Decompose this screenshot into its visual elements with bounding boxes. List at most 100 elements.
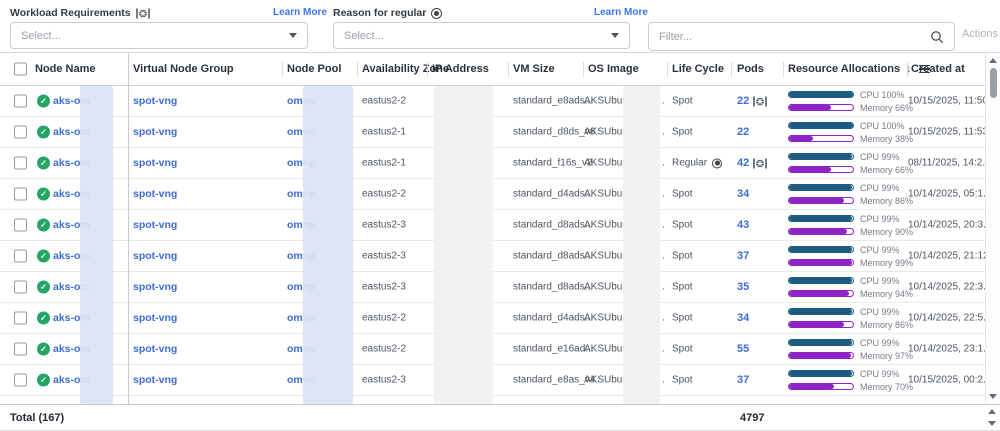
virtual-node-group-link[interactable]: spot-vng (133, 374, 177, 386)
pinned-column-divider (128, 53, 129, 431)
row-checkbox[interactable] (14, 312, 27, 325)
virtual-node-group-link[interactable]: spot-vng (133, 219, 177, 231)
row-checkbox[interactable] (14, 374, 27, 387)
pods-count-link[interactable]: 34 (737, 312, 749, 324)
header-divider (907, 62, 908, 77)
chevron-down-icon (611, 33, 619, 38)
virtual-node-group-link[interactable]: spot-vng (133, 281, 177, 293)
select-all-checkbox[interactable] (14, 63, 27, 76)
table-row: aks-om spot-vng omnp eastus2-2 standard_… (0, 86, 1000, 117)
row-checkbox[interactable] (14, 281, 27, 294)
actions-button[interactable]: Actions (962, 28, 998, 40)
availability-zone-value: eastus2-1 (362, 158, 406, 169)
life-cycle-value: Spot (672, 375, 693, 386)
reason-for-regular-text: Reason for regular (333, 7, 426, 19)
cpu-bar (788, 370, 854, 377)
created-at-value: 10/14/2025, 21:12... (908, 251, 996, 262)
row-checkbox[interactable] (14, 219, 27, 232)
virtual-node-group-link[interactable]: spot-vng (133, 126, 177, 138)
pods-count-link[interactable]: 55 (737, 343, 749, 355)
pods-count-link[interactable]: 22 (737, 95, 749, 107)
node-healthy-icon (37, 281, 50, 294)
workload-requirements-select-placeholder: Select... (21, 30, 289, 42)
virtual-node-group-link[interactable]: spot-vng (133, 95, 177, 107)
row-checkbox[interactable] (14, 188, 27, 201)
cpu-label: CPU 99% (860, 245, 900, 255)
created-at-value: 10/14/2025, 22:5... (908, 313, 996, 324)
virtual-node-group-link[interactable]: spot-vng (133, 188, 177, 200)
pods-count-link[interactable]: 34 (737, 188, 749, 200)
created-at-value: 10/14/2025, 05:1... (908, 189, 996, 200)
search-icon[interactable] (930, 30, 944, 44)
scroll-down-icon[interactable] (988, 421, 996, 426)
table-row: aks-om spot-vng omnp eastus2-2 standard_… (0, 334, 1000, 365)
availability-zone-value: eastus2-2 (362, 96, 406, 107)
virtual-node-group-link[interactable]: spot-vng (133, 343, 177, 355)
pods-total: 4797 (740, 412, 764, 424)
pods-count-link[interactable]: 35 (737, 281, 749, 293)
virtual-node-group-link[interactable]: spot-vng (133, 312, 177, 324)
os-image-value: AKSUbun (584, 313, 628, 324)
cpu-label: CPU 100% (860, 121, 905, 131)
col-virtual-node-group[interactable]: Virtual Node Group (133, 63, 234, 75)
col-vm-size[interactable]: VM Size (513, 63, 555, 75)
row-checkbox[interactable] (14, 157, 27, 170)
memory-bar (788, 135, 854, 142)
vm-size-value: standard_d4ads... (513, 189, 593, 200)
cpu-bar (788, 122, 854, 129)
header-divider (667, 62, 668, 77)
node-healthy-icon (37, 188, 50, 201)
table-body: aks-om spot-vng omnp eastus2-2 standard_… (0, 86, 1000, 404)
os-image-truncation: . (662, 344, 665, 355)
filter-input[interactable] (659, 31, 930, 43)
pods-count-link[interactable]: 43 (737, 219, 749, 231)
workload-requirements-select[interactable]: Select... (10, 22, 308, 49)
header-divider (427, 62, 428, 77)
col-pods[interactable]: Pods (737, 63, 764, 75)
restricted-pods-helm-icon (753, 158, 767, 169)
availability-zone-value: eastus2-2 (362, 313, 406, 324)
col-created-at[interactable]: Created at (911, 63, 965, 75)
pods-count-link[interactable]: 22 (737, 126, 749, 138)
reason-for-regular-select[interactable]: Select... (333, 22, 630, 49)
row-checkbox[interactable] (14, 126, 27, 139)
regular-lifecycle-icon (431, 8, 442, 19)
node-healthy-icon (37, 95, 50, 108)
virtual-node-group-link[interactable]: spot-vng (133, 250, 177, 262)
memory-label: Memory 94% (860, 289, 913, 299)
pods-count-link[interactable]: 37 (737, 374, 749, 386)
vm-size-value: standard_d8ds_v6 (513, 127, 595, 138)
pods-count-link[interactable]: 42 (737, 157, 749, 169)
row-checkbox[interactable] (14, 343, 27, 356)
col-resource-allocations[interactable]: Resource Allocations ↓ (788, 63, 930, 75)
pods-count-link[interactable]: 37 (737, 250, 749, 262)
virtual-node-group-link[interactable]: spot-vng (133, 157, 177, 169)
pods-cell: 37 (737, 250, 749, 262)
created-at-value: 10/15/2025, 00:2... (908, 375, 996, 386)
os-image-value: AKSUbun (584, 344, 628, 355)
row-checkbox[interactable] (14, 250, 27, 263)
scroll-up-icon[interactable] (988, 409, 996, 414)
scroll-up-icon[interactable] (989, 58, 997, 63)
scrollbar-thumb[interactable] (990, 68, 997, 98)
memory-bar (788, 104, 854, 111)
header-divider (783, 62, 784, 77)
col-os-image[interactable]: OS Image (588, 63, 639, 75)
row-checkbox[interactable] (14, 95, 27, 108)
created-at-value: 10/14/2025, 22:3... (908, 282, 996, 293)
life-cycle-value: Regular (672, 158, 722, 169)
col-life-cycle[interactable]: Life Cycle (672, 63, 724, 75)
created-at-value: 10/15/2025, 11:50... (908, 96, 996, 107)
col-node-name[interactable]: Node Name (35, 63, 96, 75)
resource-allocations-cell: CPU 99% Memory 99% (788, 245, 913, 267)
workload-requirements-learn-more-link[interactable]: Learn More (273, 7, 327, 18)
memory-bar (788, 321, 854, 328)
vertical-scrollbar[interactable] (985, 53, 1000, 404)
col-node-pool[interactable]: Node Pool (287, 63, 341, 75)
cpu-bar (788, 215, 854, 222)
scroll-down-icon[interactable] (989, 394, 997, 399)
reason-for-regular-learn-more-link[interactable]: Learn More (594, 7, 648, 18)
memory-label: Memory 97% (860, 351, 913, 361)
col-ip-address[interactable]: IP Address (432, 63, 489, 75)
toolbar: Workload Requirements Learn More Select.… (0, 0, 1000, 52)
